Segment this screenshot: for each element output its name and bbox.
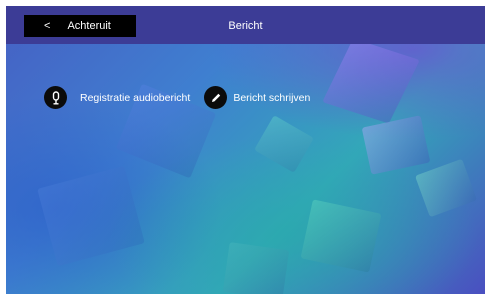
back-button[interactable]: < Achteruit [24, 15, 136, 37]
background-cube [361, 115, 431, 175]
microphone-icon [44, 86, 67, 109]
pencil-icon [204, 86, 228, 109]
write-message-button[interactable]: Bericht schrijven [204, 86, 310, 109]
background-cube [254, 115, 314, 173]
record-audio-message-label: Registratie audiobericht [80, 91, 191, 104]
message-options: Registratie audiobericht Bericht schrijv… [44, 86, 324, 109]
write-message-label: Bericht schrijven [233, 91, 311, 104]
record-audio-message-button[interactable]: Registratie audiobericht [44, 86, 190, 109]
background-cube [300, 199, 382, 273]
message-screen: Bericht < Achteruit Registratie audiober… [6, 6, 485, 294]
background-cube [414, 158, 478, 218]
back-button-label: Achteruit [67, 20, 111, 32]
background-cube [222, 242, 290, 294]
background-cube [37, 165, 145, 267]
header-bar: Bericht < Achteruit [6, 6, 485, 44]
background-cube [322, 38, 420, 124]
chevron-left-icon: < [44, 20, 51, 32]
